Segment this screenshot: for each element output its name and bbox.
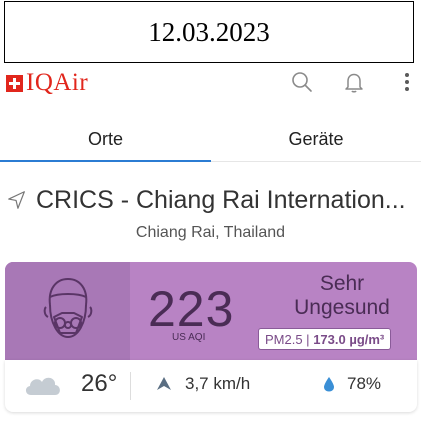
wind-direction-icon (157, 377, 171, 390)
temperature-value: 26° (81, 370, 118, 397)
tab-bar: Orte Geräte (0, 116, 421, 162)
tab-orte[interactable]: Orte (0, 116, 211, 162)
pollutant-label: PM2.5 | (265, 331, 310, 347)
pollutant-badge: PM2.5 | 173.0 µg/m³ (258, 328, 392, 350)
location-arrow-icon (8, 191, 25, 209)
humidity-value: 78% (347, 374, 382, 393)
active-tab-indicator (0, 160, 211, 162)
date-caption: 12.03.2023 (4, 1, 414, 63)
station-name: CRICS - Chiang Rai Internation... (36, 185, 406, 214)
humidity: 78% (323, 374, 381, 394)
notifications-button[interactable] (340, 68, 368, 96)
pollutant-concentration: 173.0 µg/m³ (313, 331, 385, 347)
search-icon (292, 72, 312, 92)
temperature: 26° (23, 370, 117, 398)
aqi-unit: US AQI (172, 332, 206, 343)
face-mask-icon (43, 277, 92, 339)
iqair-logo[interactable]: IQAir (6, 69, 88, 97)
more-vert-icon (405, 73, 409, 91)
swiss-flag-icon (6, 74, 23, 92)
brand-name: IQAir (26, 69, 89, 96)
search-button[interactable] (288, 68, 316, 96)
aqi-face-panel (5, 262, 130, 360)
aqi-card[interactable]: 223 US AQI Sehr Ungesund PM2.5 | 173.0 µ… (5, 262, 417, 360)
wind: 3,7 km/h (155, 374, 250, 394)
more-options-button[interactable] (393, 68, 421, 96)
weather-strip: 26° 3,7 km/h 78% (5, 360, 417, 412)
station-location: Chiang Rai, Thailand (135, 224, 286, 241)
aqi-level: Sehr Ungesund (272, 272, 412, 320)
weather-divider (130, 372, 131, 400)
bell-icon (345, 73, 363, 93)
station-header[interactable]: CRICS - Chiang Rai Internation... (6, 183, 418, 217)
tab-geraete[interactable]: Geräte (211, 116, 421, 162)
tab-divider (211, 161, 421, 162)
cloud-icon (25, 377, 60, 395)
aqi-level-line1: Sehr (319, 272, 365, 295)
app-bar: IQAir (0, 64, 421, 102)
water-drop-icon (324, 377, 334, 392)
aqi-level-line2: Ungesund (294, 296, 390, 319)
wind-value: 3,7 km/h (185, 374, 251, 393)
aqi-value: 223 (148, 281, 235, 337)
